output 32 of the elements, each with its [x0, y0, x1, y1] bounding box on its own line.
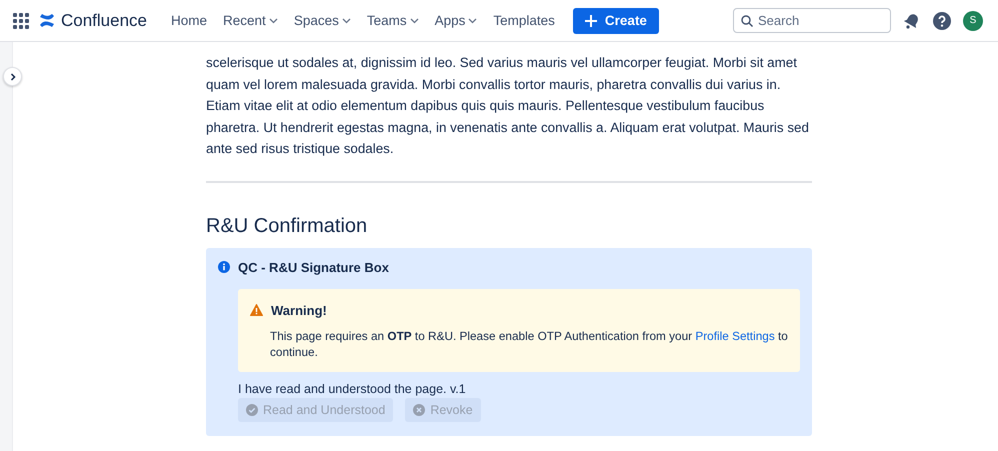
product-name: Confluence [61, 10, 148, 30]
chevron-down-icon [342, 16, 351, 25]
nav-item[interactable]: Home [165, 9, 214, 32]
warning-icon [250, 304, 263, 316]
app-switcher-icon[interactable] [13, 12, 29, 28]
profile-settings-link[interactable]: Profile Settings [695, 328, 775, 342]
logo-icon [39, 13, 55, 28]
chevron-down-icon [468, 16, 478, 25]
warning-title: Warning! [271, 302, 327, 318]
search-field[interactable]: Search [733, 8, 891, 33]
chevron-down-icon [410, 16, 419, 25]
nav-item[interactable]: Recent [217, 9, 284, 32]
user-avatar[interactable]: S [963, 10, 983, 30]
help-icon[interactable] [933, 12, 951, 30]
nav-item[interactable]: Teams [360, 9, 425, 32]
chevron-down-icon [268, 16, 278, 25]
panel-title: QC - R&U Signature Box [238, 260, 389, 274]
nav-item[interactable]: Apps [428, 9, 484, 32]
check-circle-icon [246, 404, 258, 416]
chevron-right-icon [8, 72, 16, 80]
warning-message: This page requires an OTP to R&U. Please enable OTP Authentication from your Profile Settings to continue. [270, 328, 788, 360]
create-button[interactable]: Create [572, 8, 659, 34]
nav-item[interactable]: Spaces [288, 9, 357, 32]
info-icon [218, 261, 230, 273]
confirmation-statement: I have read and understood the page. v.1 [238, 382, 467, 396]
expand-sidebar-button[interactable] [3, 67, 22, 86]
body-paragraph: scelerisque ut sodales at, dignissim id leo. Sed varius mauris vel ullamcorper feugiat. Morbi sit amet quam vel lorem malesuada gravida. Morbi convallis tortor mauris, pharetra convallis dui varius in. Etiam vitae elit at odio elementum dapibus quis quis mauris. Pellentesque vestibulum faucibus pharetra. Ut hendrerit egestas magna, in venenatis ante convallis a. Aliquam erat volutpat. Mauris sed ante sed risus tristique sodales. [206, 54, 810, 158]
section-heading: R&U Confirmation [206, 214, 368, 238]
bell-icon[interactable] [903, 12, 921, 30]
cross-circle-icon [413, 404, 426, 416]
nav-item[interactable]: Templates [487, 9, 561, 32]
plus-icon [584, 14, 597, 26]
